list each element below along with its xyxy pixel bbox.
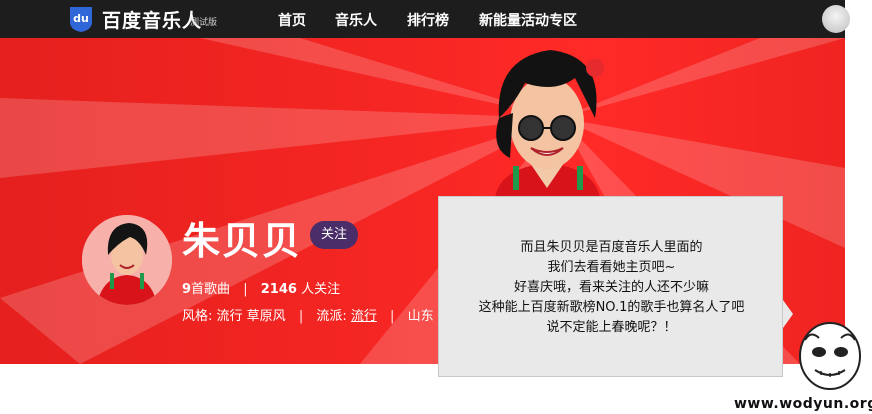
artist-avatar[interactable]	[82, 215, 172, 305]
beta-badge: 测试版	[190, 18, 218, 28]
artist-stats: 9首歌曲 | 2146 人关注	[182, 278, 340, 297]
meta-divider: |	[298, 309, 304, 324]
artist-name: 朱贝贝	[182, 219, 303, 263]
song-count-label: 首歌曲	[191, 282, 231, 297]
meme-face-icon	[799, 322, 861, 390]
region-value: 山东	[407, 309, 434, 324]
caption-text: 而且朱贝贝是百度音乐人里面的 我们去看看她主页吧~ 好喜庆哦，看来关注的人还不少…	[439, 238, 784, 338]
caption-line: 而且朱贝贝是百度音乐人里面的	[520, 240, 703, 255]
song-count[interactable]: 9	[182, 282, 191, 297]
singer-photo	[495, 50, 604, 198]
caption-line: 说不定能上春晚呢？！	[546, 320, 677, 335]
style-label: 风格:	[182, 309, 213, 324]
caption-tail	[783, 300, 793, 328]
fans-count-label: 人关注	[301, 282, 341, 297]
nav-musicians[interactable]: 音乐人	[335, 10, 377, 30]
svg-text:du: du	[73, 12, 89, 25]
genre-label: 流派:	[316, 309, 347, 324]
genre-link[interactable]: 流行	[351, 309, 377, 324]
follow-button[interactable]: 关注	[310, 221, 358, 249]
top-nav: du 百度音乐人 测试版 首页 音乐人 排行榜 新能量活动专区	[0, 0, 850, 38]
nav-home[interactable]: 首页	[278, 10, 306, 30]
meta-divider: |	[390, 309, 395, 324]
artist-avatar-image	[82, 215, 172, 305]
caption-box: 而且朱贝贝是百度音乐人里面的 我们去看看她主页吧~ 好喜庆哦，看来关注的人还不少…	[438, 196, 783, 377]
nav-charts[interactable]: 排行榜	[407, 10, 449, 30]
fans-count[interactable]: 2146	[261, 282, 297, 297]
style-values: 流行 草原风	[216, 309, 286, 324]
du-logo-icon[interactable]: du	[67, 5, 95, 33]
caption-line: 我们去看看她主页吧~	[547, 260, 676, 275]
nav-new-energy-zone[interactable]: 新能量活动专区	[479, 10, 577, 30]
user-avatar[interactable]	[822, 5, 850, 33]
stats-divider: |	[243, 282, 248, 297]
caption-line: 这种能上百度新歌榜NO.1的歌手也算名人了吧	[478, 300, 745, 315]
artist-meta: 风格: 流行 草原风 | 流派: 流行 | 山东	[182, 305, 434, 324]
site-watermark: www.wodyun.org	[734, 396, 872, 412]
site-logo-text[interactable]: 百度音乐人	[102, 6, 202, 33]
caption-line: 好喜庆哦，看来关注的人还不少嘛	[513, 280, 709, 295]
